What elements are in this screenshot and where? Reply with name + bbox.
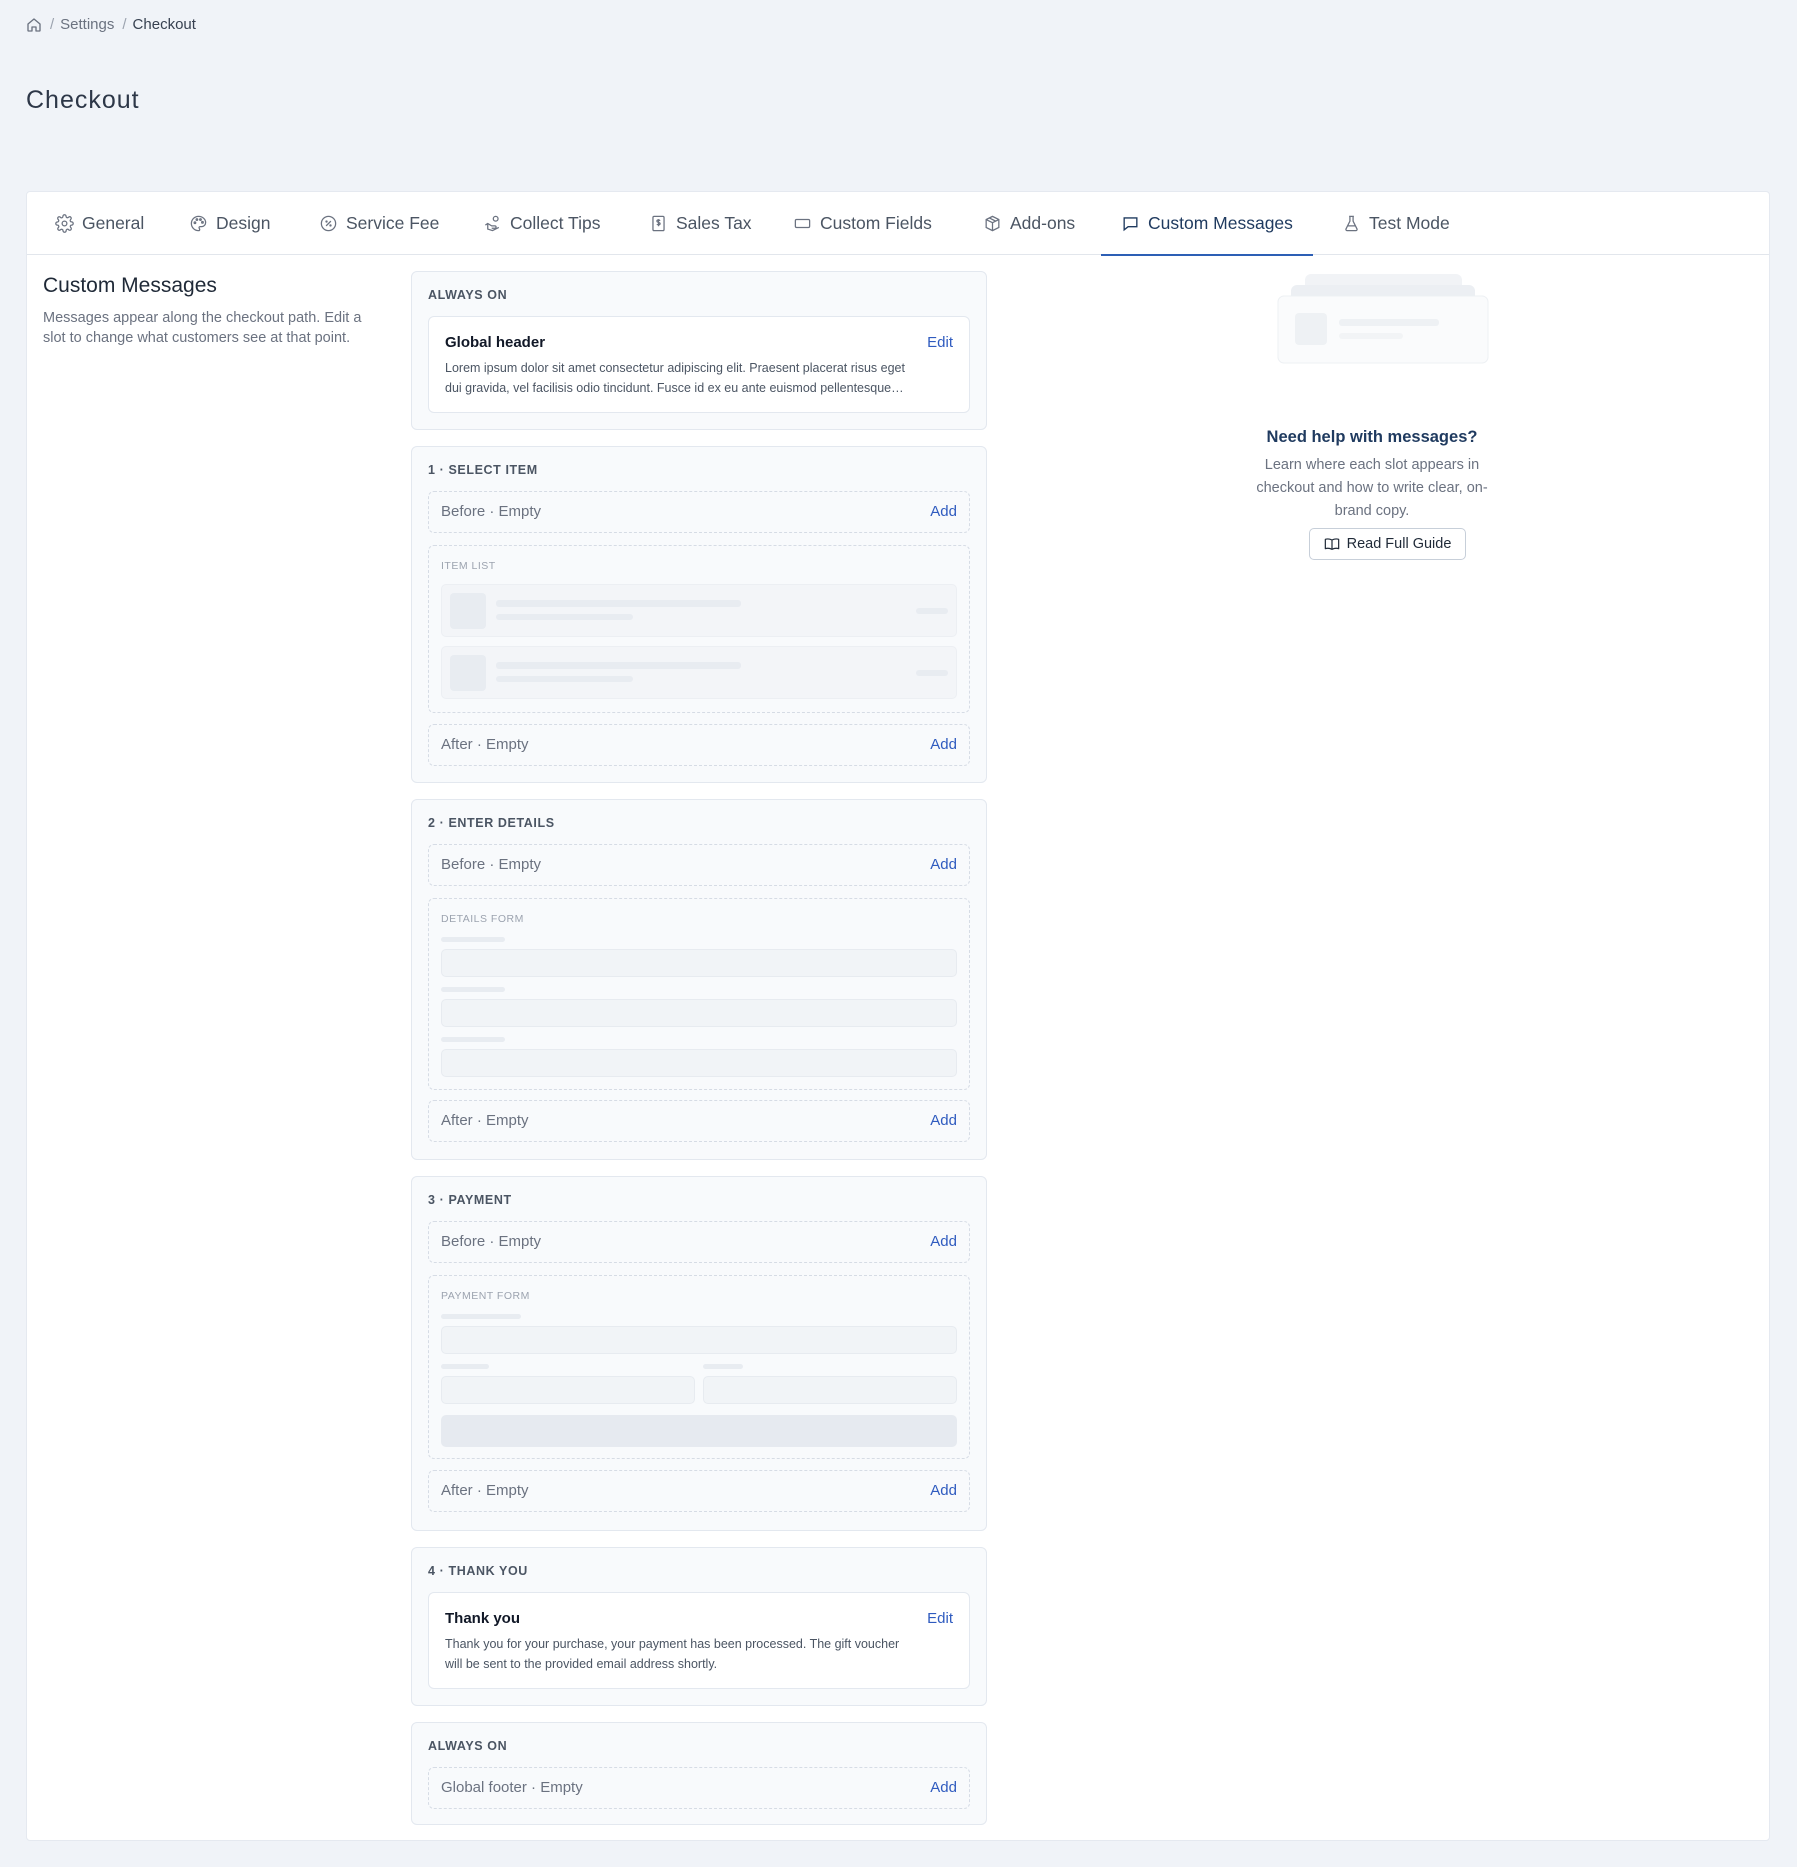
tab-label: Test Mode <box>1369 213 1450 233</box>
tab-general[interactable]: General <box>55 192 144 255</box>
message-title: Thank you <box>445 1610 521 1627</box>
read-full-guide-button[interactable]: Read Full Guide <box>1309 528 1466 560</box>
before-slot[interactable]: Before · Empty Add <box>428 844 970 886</box>
tab-label: Custom Fields <box>820 213 932 233</box>
message-square-icon <box>1121 214 1140 233</box>
section-label: ALWAYS ON <box>428 1739 508 1753</box>
tab-add-ons[interactable]: Add-ons <box>983 192 1075 255</box>
receipt-dollar-icon <box>649 214 668 233</box>
always-on-header-section: ALWAYS ON Global header Edit Lorem ipsum… <box>411 271 987 430</box>
hand-coins-icon <box>483 214 502 233</box>
skeleton-row <box>441 646 957 699</box>
slot-label: Before · Empty <box>441 856 542 873</box>
message-text-line: Thank you for your purchase, your paymen… <box>445 1637 900 1651</box>
tab-label: Design <box>216 213 271 233</box>
after-slot[interactable]: After · Empty Add <box>428 1470 970 1512</box>
message-text-line: Lorem ipsum dolor sit amet consectetur a… <box>445 361 905 375</box>
after-slot[interactable]: After · Empty Add <box>428 724 970 766</box>
flask-icon <box>1342 214 1361 233</box>
help-description: Learn where each slot appears in checkou… <box>1256 457 1488 519</box>
text-field-icon <box>793 214 812 233</box>
add-button[interactable]: Add <box>930 1233 957 1250</box>
add-button[interactable]: Add <box>930 1779 957 1796</box>
breadcrumb-separator: / <box>122 16 127 33</box>
item-list-preview: ITEM LIST <box>428 545 970 713</box>
add-button[interactable]: Add <box>930 736 957 753</box>
help-title: Need help with messages? <box>1266 428 1478 446</box>
message-title: Global header <box>445 334 546 351</box>
thank-you-message: Thank you Edit Thank you for your purcha… <box>428 1592 970 1689</box>
enter-details-section: 2 · ENTER DETAILS Before · Empty Add DET… <box>411 799 987 1160</box>
breadcrumb-checkout: Checkout <box>132 16 196 33</box>
payment-form-preview: PAYMENT FORM <box>428 1275 970 1459</box>
messages-illustration <box>1277 274 1489 364</box>
preview-label: ITEM LIST <box>441 560 496 572</box>
palette-icon <box>189 214 208 233</box>
section-label: 4 · THANK YOU <box>428 1564 528 1578</box>
percent-badge-icon <box>319 214 338 233</box>
page-title: Checkout <box>26 86 140 114</box>
before-slot[interactable]: Before · Empty Add <box>428 491 970 533</box>
section-title: Custom Messages <box>43 274 217 297</box>
payment-section: 3 · PAYMENT Before · Empty Add PAYMENT F… <box>411 1176 987 1531</box>
message-text-line: dui gravida, vel facilisis odio tincidun… <box>445 381 904 395</box>
section-label: 2 · ENTER DETAILS <box>428 816 555 830</box>
breadcrumb-settings[interactable]: Settings <box>60 16 114 33</box>
add-button[interactable]: Add <box>930 503 957 520</box>
breadcrumb: / Settings / Checkout <box>26 16 196 33</box>
settings-card: General Design Service Fee Collect Tips … <box>26 191 1770 1841</box>
tab-label: Service Fee <box>346 213 440 233</box>
edit-thank-you-button[interactable]: Edit <box>927 1610 953 1627</box>
add-button[interactable]: Add <box>930 856 957 873</box>
tab-custom-messages[interactable]: Custom Messages <box>1101 192 1313 256</box>
before-slot[interactable]: Before · Empty Add <box>428 1221 970 1263</box>
tab-label: Custom Messages <box>1148 213 1293 233</box>
select-item-section: 1 · SELECT ITEM Before · Empty Add ITEM … <box>411 446 987 783</box>
after-slot[interactable]: After · Empty Add <box>428 1100 970 1142</box>
details-form-preview: DETAILS FORM <box>428 898 970 1090</box>
home-icon[interactable] <box>26 17 42 33</box>
always-on-footer-section: ALWAYS ON Global footer · Empty Add <box>411 1722 987 1825</box>
section-label: 1 · SELECT ITEM <box>428 463 538 477</box>
tab-label: General <box>82 213 145 233</box>
preview-label: PAYMENT FORM <box>441 1290 530 1302</box>
slot-label: Before · Empty <box>441 1233 542 1250</box>
tab-service-fee[interactable]: Service Fee <box>319 192 439 255</box>
section-label: ALWAYS ON <box>428 288 508 302</box>
global-header-message: Global header Edit Lorem ipsum dolor sit… <box>428 316 970 413</box>
button-label: Read Full Guide <box>1346 536 1452 552</box>
tab-design[interactable]: Design <box>189 192 270 255</box>
slot-label: After · Empty <box>441 736 529 753</box>
book-open-icon <box>1324 536 1340 552</box>
tab-bar: General Design Service Fee Collect Tips … <box>27 192 1769 256</box>
package-icon <box>983 214 1002 233</box>
tab-custom-fields[interactable]: Custom Fields <box>793 192 932 255</box>
tab-collect-tips[interactable]: Collect Tips <box>483 192 600 255</box>
tab-test-mode[interactable]: Test Mode <box>1342 192 1450 255</box>
section-label: 3 · PAYMENT <box>428 1193 512 1207</box>
tab-label: Collect Tips <box>510 213 601 233</box>
thank-you-section: 4 · THANK YOU Thank you Edit Thank you f… <box>411 1547 987 1706</box>
message-text-line: will be sent to the provided email addre… <box>445 1657 718 1671</box>
gear-icon <box>55 214 74 233</box>
add-button[interactable]: Add <box>930 1112 957 1129</box>
slot-label: After · Empty <box>441 1482 529 1499</box>
slot-label: Global footer · Empty <box>441 1779 583 1796</box>
tab-label: Add-ons <box>1010 213 1076 233</box>
global-footer-slot[interactable]: Global footer · Empty Add <box>428 1767 970 1809</box>
preview-label: DETAILS FORM <box>441 913 524 925</box>
tab-sales-tax[interactable]: Sales Tax <box>649 192 752 255</box>
skeleton-row <box>441 584 957 637</box>
section-description: Messages appear along the checkout path.… <box>43 310 362 346</box>
slot-label: Before · Empty <box>441 503 542 520</box>
tab-label: Sales Tax <box>676 213 752 233</box>
add-button[interactable]: Add <box>930 1482 957 1499</box>
edit-header-button[interactable]: Edit <box>927 334 953 351</box>
breadcrumb-separator: / <box>50 16 55 33</box>
slot-label: After · Empty <box>441 1112 529 1129</box>
